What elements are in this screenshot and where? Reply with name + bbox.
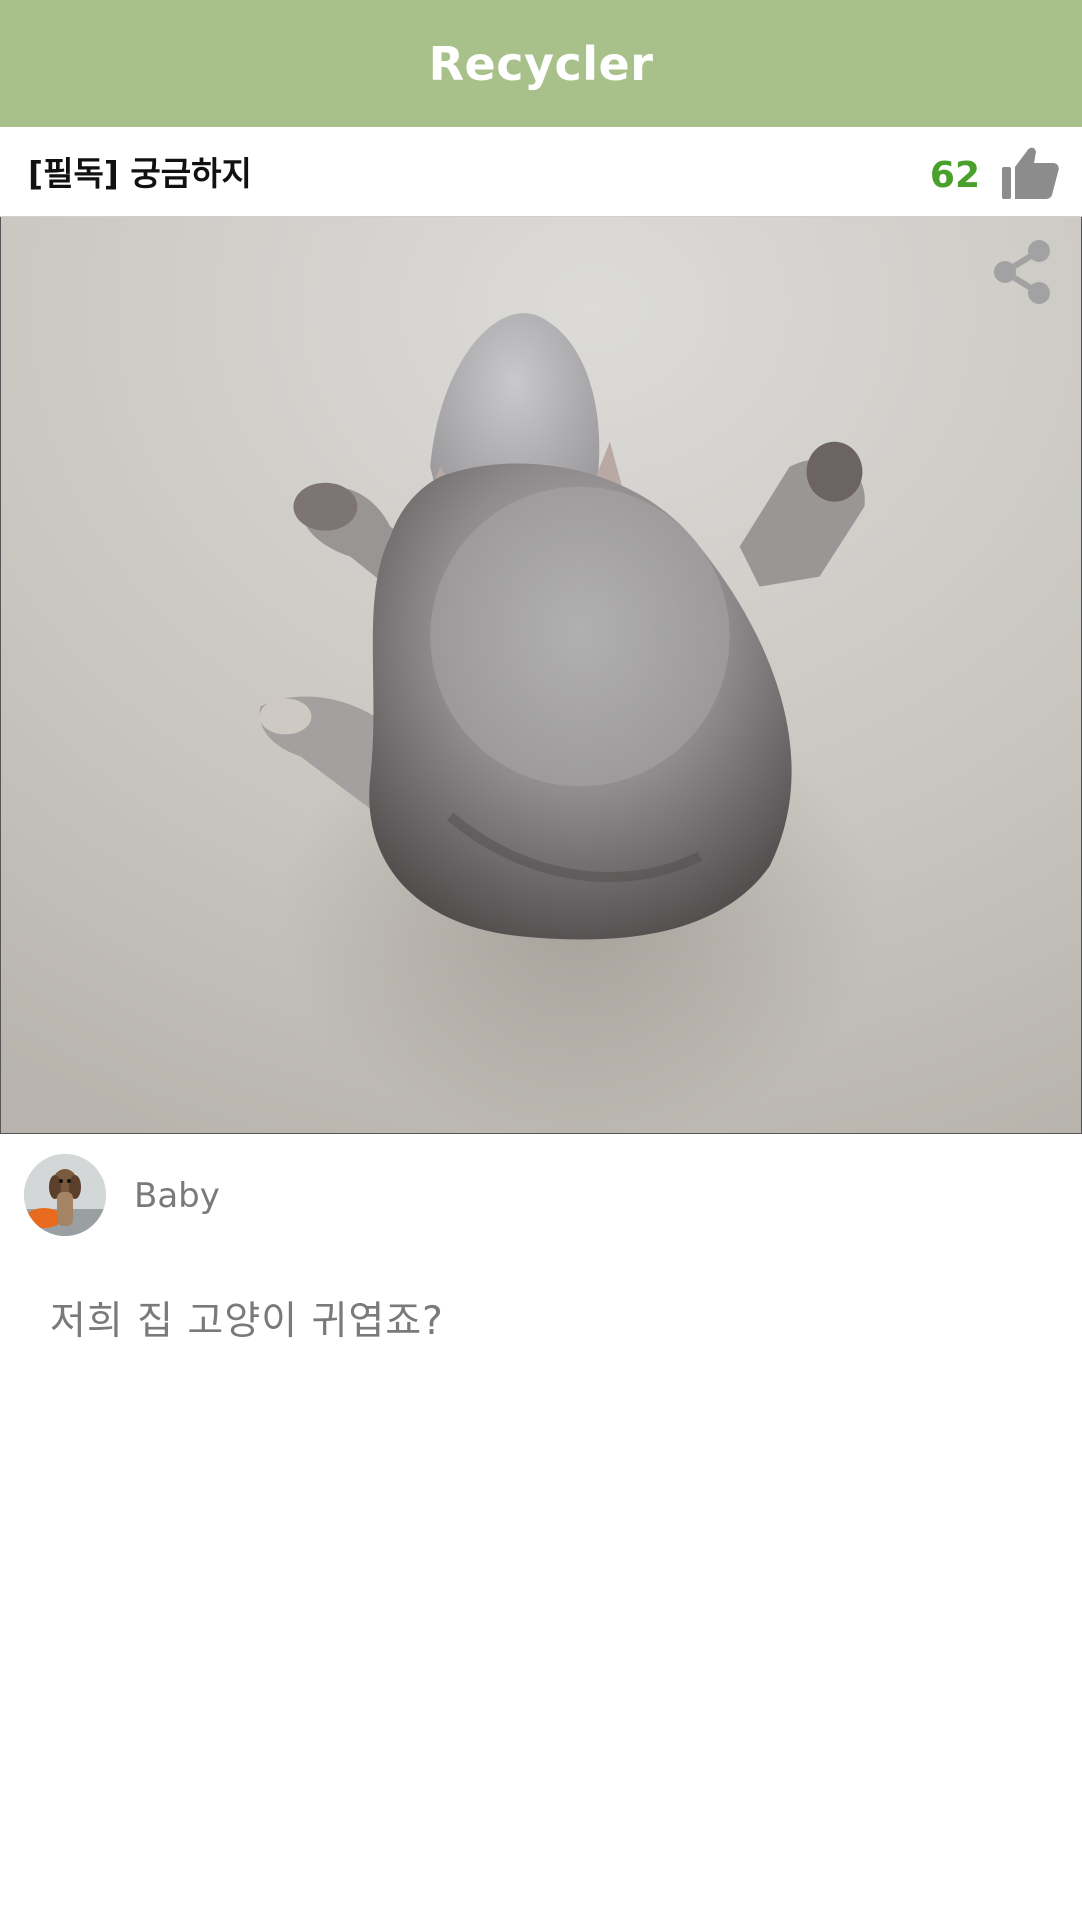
app-bar: Recycler bbox=[0, 0, 1082, 127]
author-name[interactable]: Baby bbox=[134, 1176, 220, 1216]
post-photo bbox=[0, 217, 1082, 1134]
avatar[interactable] bbox=[24, 1154, 106, 1236]
thumbs-up-icon[interactable] bbox=[1000, 143, 1060, 201]
cat-photo bbox=[1, 217, 1081, 1133]
dog-avatar bbox=[24, 1154, 106, 1236]
post-body-text: 저희 집 고양이 귀엽죠? bbox=[50, 1299, 444, 1344]
post-header: [필독] 궁금하지 62 bbox=[0, 127, 1082, 217]
author-row: Baby bbox=[0, 1134, 1082, 1254]
share-icon[interactable] bbox=[989, 237, 1055, 307]
post-title: [필독] 궁금하지 bbox=[28, 154, 252, 193]
app-title: Recycler bbox=[428, 36, 654, 91]
like-count: 62 bbox=[929, 155, 980, 196]
